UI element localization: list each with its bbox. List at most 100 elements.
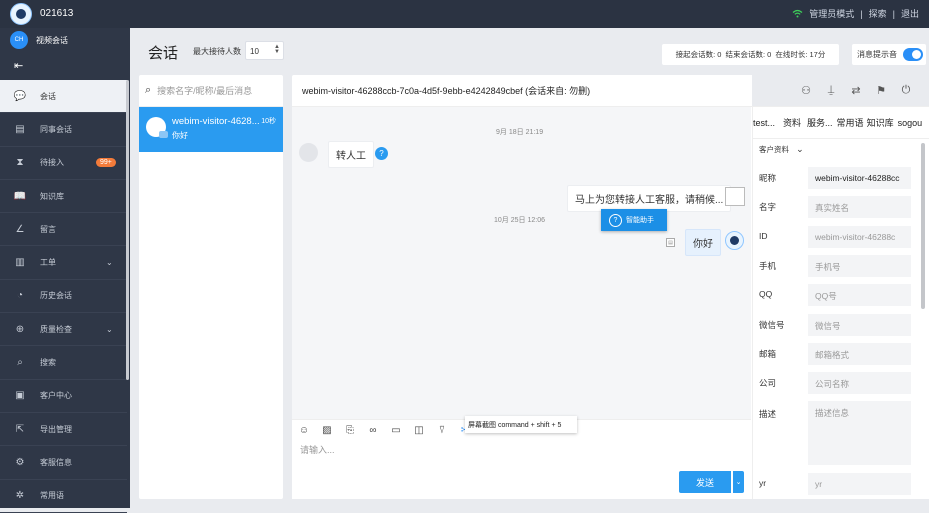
sidebar-item[interactable]: ▥ 工单 ⌄	[0, 246, 127, 280]
conversation-last-msg: 你好	[172, 131, 188, 140]
right-tab[interactable]: sogou	[898, 118, 923, 128]
input-toolbar: ☺ ▨ ⎘ ∞ ▭ ◫ ⍢ ✂	[298, 424, 471, 436]
read-status-icon: ▤	[666, 238, 675, 247]
pin-icon[interactable]: ⍊	[825, 84, 837, 96]
stats-box: 接起会话数: 0 结束会话数: 0 在线时长: 17分	[662, 44, 839, 65]
right-scrollbar[interactable]	[921, 143, 925, 309]
separator: |	[892, 8, 895, 19]
agent-avatar	[725, 231, 744, 250]
sidebar-item-label: 常用语	[40, 491, 64, 501]
sidebar-item-label: 质量检查	[40, 324, 72, 334]
message-input[interactable]: 请输入...	[300, 443, 335, 456]
field-input[interactable]: 手机号	[808, 254, 911, 277]
yr-input[interactable]: yr	[808, 473, 911, 495]
broken-image-icon	[725, 187, 745, 206]
link-icon[interactable]: ∞	[367, 424, 379, 436]
send-button[interactable]: 发送	[679, 471, 731, 493]
collapse-icon[interactable]: ⇤	[14, 59, 23, 72]
sidebar-scrollbar[interactable]	[126, 80, 129, 380]
sidebar-item-label: 导出管理	[40, 424, 72, 434]
wifi-icon	[792, 9, 803, 18]
sidebar-item[interactable]: ⊕ 质量检查 ⌄	[0, 313, 127, 347]
notify-sound-toggle[interactable]	[903, 48, 923, 61]
sidebar-item[interactable]: ∠ 留言	[0, 213, 127, 247]
image-icon[interactable]: ▨	[321, 424, 333, 436]
logout-link[interactable]: 退出	[901, 7, 919, 20]
field-input[interactable]: webim-visitor-46288cc	[808, 167, 911, 189]
conversation-search[interactable]: ⌕ 搜索名字/昵称/最后消息	[139, 75, 283, 107]
shield-icon: ⊕	[15, 323, 25, 335]
top-right-links: 管理员模式 | 探索 | 退出	[792, 7, 919, 20]
customer-panel: test... 资料 服务... 常用语 知识库 sogou 客户资料 ⌄ 昵称 webim…	[752, 107, 929, 499]
sidebar-item[interactable]: ⇱ 导出管理	[0, 413, 127, 447]
transfer-icon[interactable]: ⚇	[800, 84, 812, 97]
field-label: 邮箱	[759, 348, 777, 359]
sidebar-item[interactable]: ⧗ 待接入 99+	[0, 147, 127, 180]
notify-sound-box: 消息提示音	[852, 44, 926, 65]
window-icon[interactable]: ▭	[390, 424, 402, 436]
chat-header-actions: ⚇ ⍊ ⇄ ⚑ ⏻	[800, 84, 912, 97]
video-icon[interactable]: ◫	[413, 424, 425, 436]
right-tab[interactable]: 知识库	[867, 116, 894, 129]
attachment-icon[interactable]: ⎘	[344, 424, 356, 436]
chevron-down-icon[interactable]: ⌄	[732, 471, 744, 493]
field-label: 手机	[759, 260, 777, 271]
swap-icon[interactable]: ⇄	[850, 84, 862, 97]
conversation-name: webim-visitor-4628...	[172, 116, 260, 127]
screenshot-tooltip: 屏幕截图 command + shift + 5	[465, 416, 577, 433]
field-input[interactable]: 邮箱格式	[808, 342, 911, 365]
max-reception-label: 最大接待人数	[193, 47, 241, 56]
explore-link[interactable]: 探索	[869, 7, 887, 20]
right-tab[interactable]: 服务...	[807, 116, 833, 129]
search-placeholder: 搜索名字/昵称/最后消息	[157, 86, 253, 96]
right-tab[interactable]: test...	[753, 118, 775, 128]
sidebar-item-label: 同事会话	[40, 124, 72, 134]
power-icon[interactable]: ⏻	[900, 84, 912, 96]
admin-mode-link[interactable]: 管理员模式	[809, 7, 854, 20]
visitor-message: 转人工	[328, 141, 374, 168]
question-icon[interactable]: ?	[375, 147, 388, 160]
max-reception-select[interactable]: 10 ▲ ▼	[245, 41, 284, 60]
emoji-icon[interactable]: ☺	[298, 424, 310, 436]
field-label: QQ	[759, 289, 773, 300]
field-input[interactable]: 真实姓名	[808, 196, 911, 219]
field-input[interactable]: 微信号	[808, 313, 911, 336]
right-tab[interactable]: 资料	[783, 116, 801, 129]
sidebar-item[interactable]: ⚙ 客服信息	[0, 446, 127, 480]
customer-field: 公司 公司名称	[753, 372, 929, 395]
chat-icon: 💬	[13, 90, 27, 102]
field-input[interactable]: QQ号	[808, 284, 911, 307]
section-label: 客户资料	[759, 145, 789, 154]
evaluate-icon[interactable]: ⍢	[436, 424, 448, 436]
customer-info-section[interactable]: 客户资料 ⌄	[759, 144, 804, 155]
sidebar-item[interactable]: ▤ 同事会话	[0, 113, 127, 147]
sidebar-item-label: 历史会话	[40, 291, 72, 301]
flag-icon[interactable]: ⚑	[875, 84, 887, 97]
field-input[interactable]: 公司名称	[808, 372, 911, 395]
agent-avatar[interactable]	[10, 3, 32, 25]
sidebar-item[interactable]: 💬 会话	[0, 80, 127, 114]
right-tab[interactable]: 常用语	[837, 116, 864, 129]
sidebar-item-label: 留言	[40, 224, 56, 234]
field-label: 名字	[759, 202, 777, 213]
right-tabs: test... 资料 服务... 常用语 知识库 sogou	[753, 107, 929, 139]
desc-textarea[interactable]: 描述信息	[808, 401, 911, 465]
field-input[interactable]: webim-visitor-46288c	[808, 225, 911, 248]
video-chat-item[interactable]: CH 视频会话	[10, 30, 68, 50]
hourglass-icon: ⧗	[16, 157, 24, 169]
gear-icon: ⚙	[15, 456, 25, 468]
sidebar-item[interactable]: ⌕ 搜索	[0, 346, 127, 380]
smart-assistant-button[interactable]: ? 智能助手	[601, 209, 667, 231]
sidebar-item[interactable]: ▣ 客户中心	[0, 380, 127, 413]
video-chat-icon: CH	[10, 31, 28, 49]
pen-icon: ∠	[15, 223, 25, 235]
conversation-item[interactable]: webim-visitor-4628... 10秒 你好	[139, 107, 283, 152]
sidebar-item-label: 会话	[40, 91, 56, 101]
field-label: 公司	[759, 378, 777, 389]
max-reception-value: 10	[250, 47, 259, 56]
field-label: 描述	[759, 409, 777, 419]
stat-online: 在线时长: 17分	[775, 50, 826, 59]
sidebar-item[interactable]: 📖 知识库	[0, 180, 127, 214]
bot-message: 马上为您转接人工客服，请稍候...	[567, 185, 732, 212]
sidebar-item[interactable]: ◔ 历史会话	[0, 280, 127, 314]
